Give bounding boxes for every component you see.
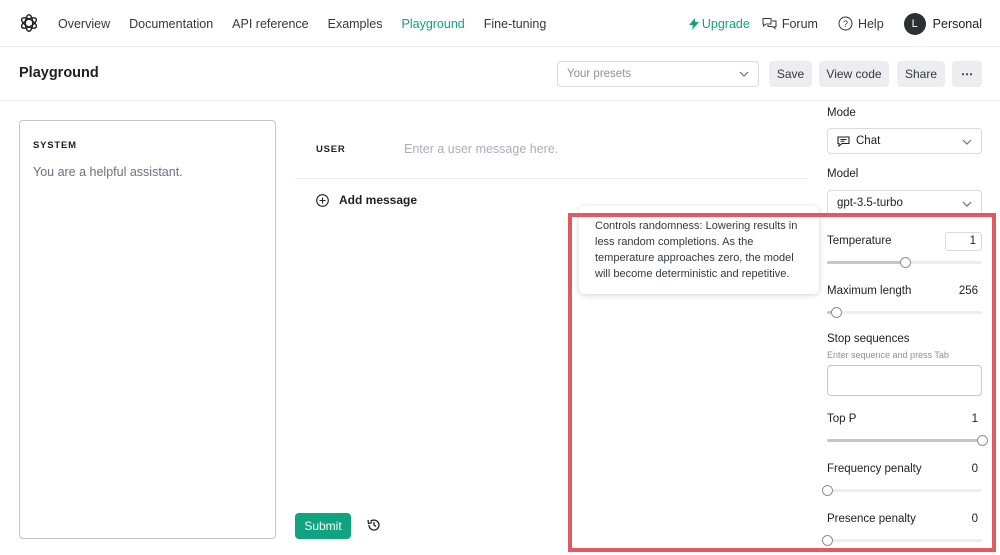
nav-examples[interactable]: Examples <box>328 17 383 31</box>
add-message-button[interactable]: Add message <box>316 193 417 207</box>
stop-sequences-label: Stop sequences <box>827 333 910 345</box>
temperature-slider-fill <box>827 261 905 264</box>
model-select[interactable]: gpt-3.5-turbo <box>827 190 982 216</box>
chevron-down-icon <box>962 139 972 145</box>
chevron-down-icon <box>739 71 749 77</box>
temperature-slider-handle[interactable] <box>899 257 911 268</box>
upgrade-link[interactable]: Upgrade <box>688 16 750 31</box>
chat-icon <box>837 135 850 147</box>
user-message-input[interactable]: Enter a user message here. <box>404 142 558 156</box>
view-code-button[interactable]: View code <box>819 61 889 87</box>
more-options-button[interactable]: ⋯ <box>952 61 982 87</box>
top-p-value[interactable]: 1 <box>972 413 978 425</box>
presets-placeholder: Your presets <box>567 68 632 80</box>
frequency-penalty-slider[interactable] <box>822 485 982 496</box>
presets-select[interactable]: Your presets <box>557 61 759 87</box>
forum-link[interactable]: Forum <box>762 17 818 31</box>
account-name[interactable]: Personal <box>933 17 982 31</box>
nav-links: Overview Documentation API reference Exa… <box>58 0 565 47</box>
model-value: gpt-3.5-turbo <box>837 197 903 209</box>
chat-bubbles-icon <box>762 18 777 30</box>
model-label: Model <box>827 168 859 180</box>
svg-text:?: ? <box>843 19 848 29</box>
system-panel[interactable]: SYSTEM You are a helpful assistant. <box>19 120 276 539</box>
nav-right: Upgrade Forum ? Help L Personal <box>688 0 982 47</box>
max-length-value[interactable]: 256 <box>959 285 978 297</box>
history-icon[interactable] <box>366 517 382 533</box>
system-input[interactable]: You are a helpful assistant. <box>33 165 183 179</box>
top-p-slider-fill <box>827 439 982 442</box>
forum-label: Forum <box>781 16 818 31</box>
share-button[interactable]: Share <box>897 61 945 87</box>
max-length-slider-handle[interactable] <box>831 307 843 318</box>
frequency-penalty-slider-handle[interactable] <box>822 485 833 496</box>
stop-sequences-hint: Enter sequence and press Tab <box>827 350 949 360</box>
save-button[interactable]: Save <box>769 61 812 87</box>
upgrade-label: Upgrade <box>701 16 750 31</box>
avatar[interactable]: L <box>903 12 926 35</box>
user-role-label[interactable]: USER <box>316 144 346 155</box>
nav-playground[interactable]: Playground <box>402 17 465 31</box>
max-length-label: Maximum length <box>827 285 912 297</box>
help-link[interactable]: ? Help <box>838 16 884 31</box>
message-divider <box>295 178 808 179</box>
chevron-down-icon <box>962 201 972 207</box>
presence-penalty-label: Presence penalty <box>827 513 916 525</box>
openai-logo-icon[interactable] <box>18 12 40 34</box>
temperature-value-input[interactable]: 1 <box>945 232 982 251</box>
add-message-label: Add message <box>339 193 418 207</box>
presence-penalty-value[interactable]: 0 <box>972 513 978 525</box>
lightning-icon <box>688 17 699 30</box>
presence-penalty-slider-handle[interactable] <box>822 535 833 546</box>
stop-sequences-input[interactable] <box>827 365 982 396</box>
top-p-slider-handle[interactable] <box>977 435 988 446</box>
max-length-slider[interactable] <box>827 307 982 318</box>
nav-documentation[interactable]: Documentation <box>129 17 213 31</box>
mode-label: Mode <box>827 107 856 119</box>
system-label: SYSTEM <box>33 140 77 151</box>
help-icon: ? <box>838 16 853 31</box>
temperature-label: Temperature <box>827 235 892 247</box>
temperature-tooltip: Controls randomness: Lowering results in… <box>579 206 819 294</box>
help-label: Help <box>857 16 884 31</box>
submit-button[interactable]: Submit <box>295 513 351 539</box>
presence-penalty-slider[interactable] <box>822 535 982 546</box>
top-p-label: Top P <box>827 413 857 425</box>
plus-circle-icon <box>316 193 329 207</box>
frequency-penalty-value[interactable]: 0 <box>972 463 978 475</box>
page-title: Playground <box>19 65 99 81</box>
temperature-slider[interactable] <box>827 257 982 268</box>
frequency-penalty-label: Frequency penalty <box>827 463 922 475</box>
nav-fine-tuning[interactable]: Fine-tuning <box>484 17 547 31</box>
mode-value: Chat <box>856 135 881 147</box>
nav-api-reference[interactable]: API reference <box>232 17 308 31</box>
top-nav: Overview Documentation API reference Exa… <box>0 0 1000 47</box>
nav-overview[interactable]: Overview <box>58 17 110 31</box>
mode-select[interactable]: Chat <box>827 128 982 154</box>
top-p-slider[interactable] <box>827 435 988 446</box>
